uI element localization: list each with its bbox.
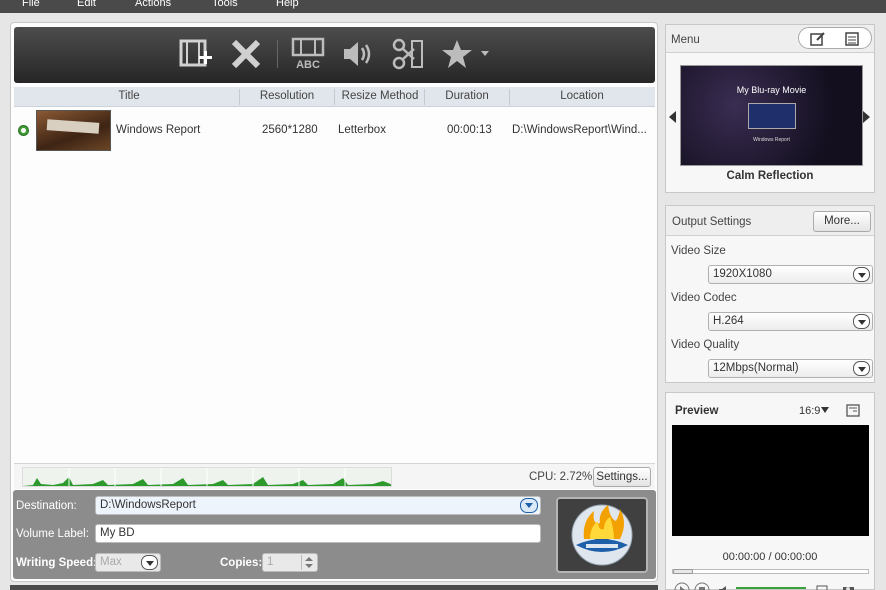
menu-actions[interactable]: Actions (135, 0, 171, 9)
subtitle-abc-icon[interactable]: ABC (290, 37, 326, 71)
writing-speed-select[interactable]: Max (95, 553, 161, 572)
aspect-ratio-select[interactable]: 16:9 (799, 405, 830, 417)
menu-theme-preview[interactable]: My Blu-ray Movie Windows Report (680, 65, 863, 166)
preview-panel: Preview 16:9 00:00:00 / 00:00:00 (665, 392, 875, 590)
toolbar-separator (277, 40, 278, 68)
video-quality-select[interactable]: 12Mbps(Normal) (708, 359, 873, 378)
settings-button[interactable]: Settings... (593, 467, 651, 487)
menu-panel-title: Menu (671, 34, 700, 46)
destination-label: Destination: (16, 500, 77, 512)
col-resolution[interactable]: Resolution (244, 90, 330, 102)
video-codec-select[interactable]: H.264 (708, 312, 873, 331)
col-separator (509, 89, 510, 105)
writing-speed-label: Writing Speed: (16, 557, 97, 569)
edit-trim-icon[interactable] (389, 37, 425, 71)
play-icon[interactable] (674, 581, 690, 590)
chevron-down-icon (853, 314, 870, 329)
cell-duration: 00:00:13 (447, 124, 492, 136)
volume-slider[interactable] (736, 587, 806, 589)
menu-panel: Menu My Blu-ray Movie Windows Report Cal… (665, 24, 875, 193)
volume-label: Volume Label: (16, 528, 89, 540)
delete-icon[interactable] (228, 37, 264, 71)
volume-label-input[interactable]: My BD (95, 524, 541, 543)
status-bar: CPU: 2.72% Settings... (14, 463, 655, 489)
effects-star-icon[interactable] (439, 37, 494, 71)
menu-theme-name: Calm Reflection (726, 170, 814, 182)
seek-bar[interactable] (672, 569, 869, 574)
next-theme-icon[interactable] (863, 111, 871, 126)
chevron-down-icon (821, 407, 830, 413)
preview-menu-subtitle: Windows Report (753, 137, 790, 143)
menu-tool-group (798, 27, 872, 49)
cell-location: D:\WindowsReport\Wind... (512, 124, 647, 136)
col-separator (334, 89, 335, 105)
destination-field[interactable]: D:\WindowsReport (95, 496, 541, 515)
menu-file[interactable]: File (22, 0, 40, 9)
video-thumbnail (36, 110, 111, 151)
menu-tools[interactable]: Tools (212, 0, 238, 9)
bluray-burn-icon (571, 504, 633, 566)
destination-dropdown-icon[interactable] (520, 498, 538, 513)
col-duration[interactable]: Duration (426, 90, 508, 102)
burn-button[interactable] (556, 497, 648, 573)
cpu-usage-text: CPU: 2.72% (529, 471, 593, 483)
table-row[interactable]: Windows Report 2560*1280 Letterbox 00:00… (14, 108, 655, 154)
col-resize-method[interactable]: Resize Method (336, 90, 424, 102)
copies-stepper[interactable]: 1 (262, 553, 318, 572)
col-separator (239, 89, 240, 105)
list-menu-icon[interactable] (844, 31, 860, 50)
disc-usage-meter (22, 467, 392, 487)
usage-wave-graphic (23, 468, 391, 486)
video-codec-label: Video Codec (671, 292, 737, 304)
col-separator (424, 89, 425, 105)
toolbar: ABC (14, 27, 655, 83)
stepper-arrows-icon[interactable] (301, 555, 315, 570)
add-video-icon[interactable] (177, 37, 215, 71)
popout-icon[interactable] (846, 404, 860, 420)
menu-bar: File Edit Actions Tools Help (0, 0, 886, 13)
col-location[interactable]: Location (511, 90, 653, 102)
col-title[interactable]: Title (114, 90, 144, 102)
snapshot-folder-icon[interactable] (816, 582, 830, 590)
camera-icon[interactable] (842, 582, 856, 590)
output-settings-title: Output Settings (672, 216, 752, 228)
aspect-ratio-value: 16:9 (799, 405, 821, 417)
cell-resize-method: Letterbox (338, 124, 386, 136)
preview-screen (672, 425, 869, 536)
preview-menu-title: My Blu-ray Movie (736, 85, 807, 95)
copies-value: 1 (267, 556, 274, 568)
more-settings-button[interactable]: More... (813, 211, 871, 232)
seek-handle[interactable] (673, 569, 693, 574)
playback-time: 00:00:00 / 00:00:00 (722, 551, 818, 563)
menu-help[interactable]: Help (276, 0, 299, 9)
volume-icon[interactable] (718, 583, 732, 590)
status-dot-icon (18, 125, 29, 136)
video-size-select[interactable]: 1920X1080 (708, 265, 873, 284)
output-settings-panel: Output Settings More... Video Size 1920X… (665, 205, 875, 383)
timeline-strip (10, 585, 658, 590)
video-quality-label: Video Quality (671, 339, 740, 351)
video-quality-value: 12Mbps(Normal) (713, 362, 799, 374)
audio-icon[interactable] (339, 37, 377, 71)
video-size-label: Video Size (671, 245, 726, 257)
prev-theme-icon[interactable] (669, 111, 677, 126)
preview-thumbnail (748, 103, 796, 129)
writing-speed-value: Max (100, 556, 122, 568)
edit-menu-icon[interactable] (810, 31, 826, 50)
svg-text:ABC: ABC (296, 59, 320, 71)
stop-icon[interactable] (694, 581, 710, 590)
chevron-down-icon (853, 267, 870, 282)
chevron-down-icon (853, 361, 870, 376)
video-size-value: 1920X1080 (713, 268, 772, 280)
preview-title: Preview (675, 405, 719, 417)
cell-title: Windows Report (116, 124, 201, 136)
chevron-down-icon (141, 555, 158, 570)
menu-edit[interactable]: Edit (77, 0, 96, 9)
video-codec-value: H.264 (713, 315, 744, 327)
table-header: Title Resolution Resize Method Duration … (14, 87, 655, 107)
copies-label: Copies: (220, 557, 263, 569)
cell-resolution: 2560*1280 (262, 124, 318, 136)
destination-value: D:\WindowsReport (100, 499, 196, 511)
